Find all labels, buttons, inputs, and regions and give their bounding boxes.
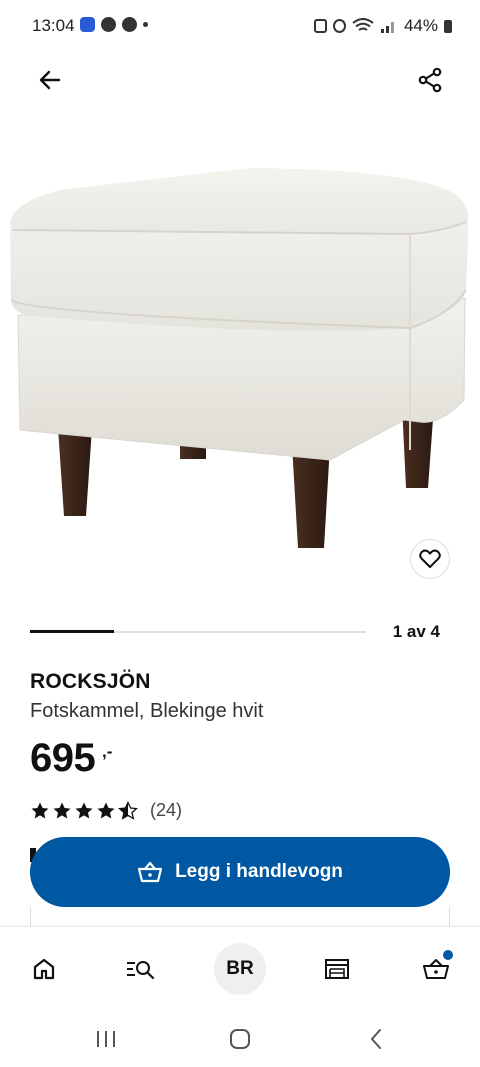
system-navigation xyxy=(0,1010,480,1067)
status-time: 13:04 xyxy=(32,16,75,35)
chevron-left-icon xyxy=(371,1029,381,1049)
cart-icon xyxy=(423,959,449,979)
star-half-icon xyxy=(118,800,138,820)
product-price: 695 xyxy=(30,736,96,780)
star-full-icon xyxy=(53,802,71,818)
share-icon xyxy=(418,67,442,93)
signal-icon xyxy=(380,22,394,33)
product-name: ROCKSJÖN xyxy=(30,670,151,693)
nav-search[interactable] xyxy=(114,943,166,995)
carousel-progress-fill xyxy=(30,630,114,633)
share-button[interactable] xyxy=(414,64,446,96)
recent-apps-button[interactable] xyxy=(86,1024,126,1054)
arrow-left-icon xyxy=(39,70,61,90)
battery-percent: 44% xyxy=(403,16,438,35)
battery-icon xyxy=(444,19,452,33)
recent-apps-icon xyxy=(97,1031,115,1047)
star-full-icon xyxy=(75,802,93,818)
favorite-button[interactable] xyxy=(410,539,450,579)
nav-cart[interactable] xyxy=(410,943,462,995)
product-description: Fotskammel, Blekinge hvit xyxy=(30,700,264,722)
cart-icon xyxy=(137,861,163,883)
back-system-button[interactable] xyxy=(356,1024,396,1054)
ottoman-illustration xyxy=(10,168,469,548)
more-notifications-icon xyxy=(143,22,148,27)
sim-icon xyxy=(313,19,327,33)
alarm-icon xyxy=(332,19,346,33)
price-suffix: ,- xyxy=(102,742,113,761)
bottom-navigation: BR xyxy=(0,926,480,1010)
nav-stores[interactable] xyxy=(311,943,363,995)
rating-count: (24) xyxy=(150,800,183,820)
status-bar: 13:04 44% xyxy=(0,0,480,52)
nav-home[interactable] xyxy=(18,943,70,995)
star-full-icon xyxy=(31,802,49,818)
nav-profile[interactable]: BR xyxy=(214,943,266,995)
product-rating[interactable]: (24) xyxy=(30,800,182,821)
star-full-icon xyxy=(97,802,115,818)
home-icon xyxy=(33,958,55,980)
add-to-cart-button[interactable]: Legg i handlevogn xyxy=(30,837,450,907)
search-list-icon xyxy=(127,961,155,980)
add-to-cart-label: Legg i handlevogn xyxy=(175,861,343,882)
carousel-progress xyxy=(30,630,366,633)
product-image[interactable] xyxy=(0,150,480,570)
carousel-page-indicator: 1 av 4 xyxy=(392,622,440,641)
system-status-icons: 44% xyxy=(313,16,452,36)
back-button[interactable] xyxy=(34,64,66,96)
messenger-icon xyxy=(101,17,116,32)
wifi-icon xyxy=(352,18,374,31)
chat-icon xyxy=(122,17,137,32)
home-system-icon xyxy=(230,1029,250,1049)
heart-icon xyxy=(419,549,441,568)
app-notification-icon xyxy=(80,17,95,32)
notification-icons xyxy=(80,17,148,32)
home-system-button[interactable] xyxy=(220,1024,260,1054)
cart-badge xyxy=(443,950,453,960)
store-icon xyxy=(325,959,349,979)
